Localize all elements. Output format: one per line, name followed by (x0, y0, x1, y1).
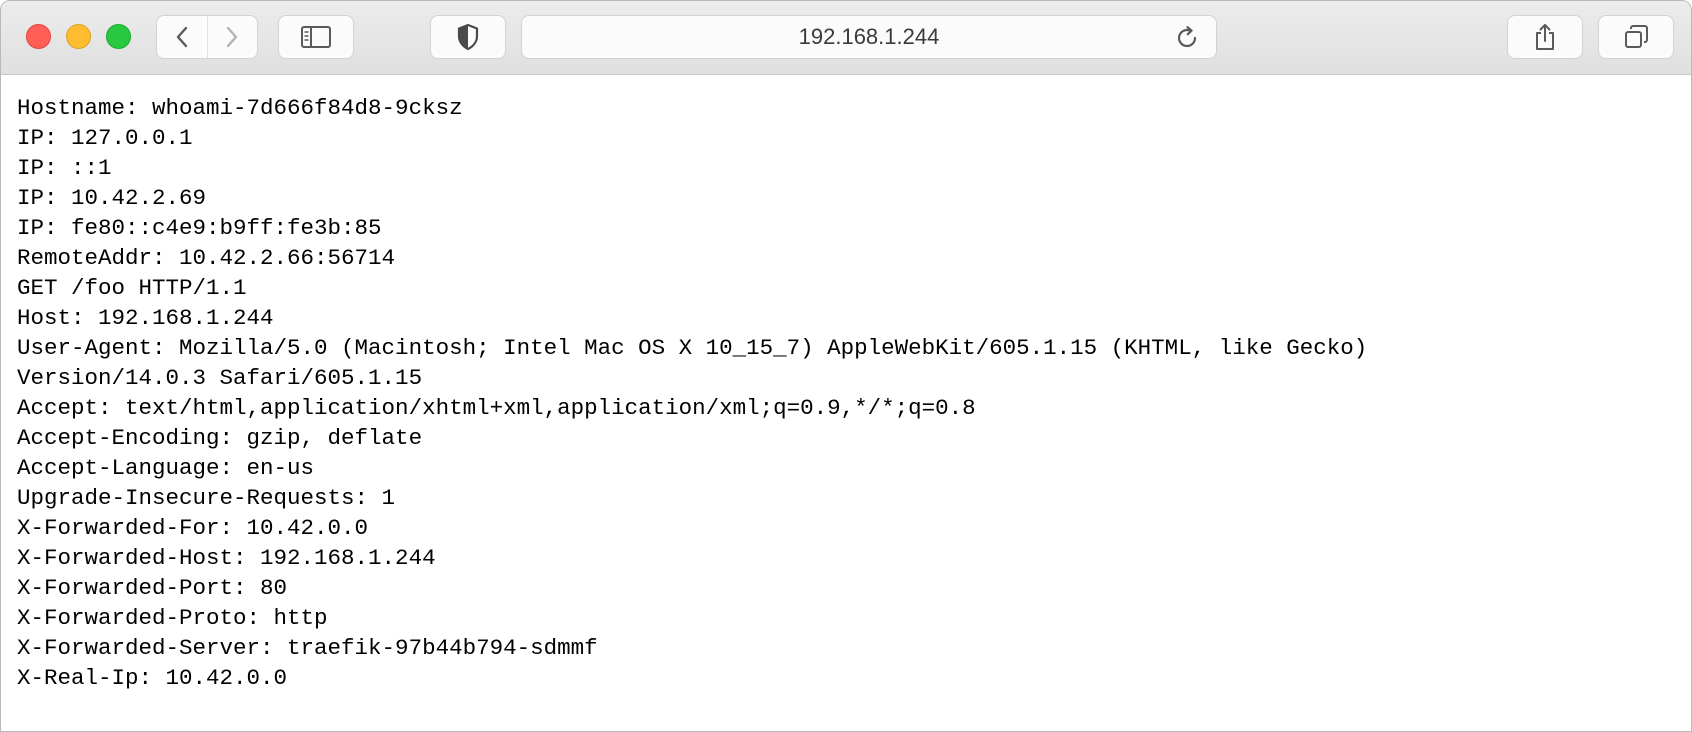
text-line: Host: 192.168.1.244 (17, 305, 274, 331)
text-line: X-Forwarded-Port: 80 (17, 575, 288, 601)
text-line: IP: 127.0.0.1 (17, 125, 193, 151)
forward-button[interactable] (206, 16, 258, 58)
reload-button[interactable] (1174, 25, 1200, 51)
text-line: IP: fe80::c4e9:b9ff:fe3b:85 (17, 215, 382, 241)
text-line: Version/14.0.3 Safari/605.1.15 (17, 365, 423, 391)
tabs-overview-icon (1622, 23, 1650, 51)
close-window-button[interactable] (26, 24, 51, 49)
text-line: Accept-Language: en-us (17, 455, 315, 481)
sidebar-button[interactable] (278, 15, 354, 59)
text-line: X-Forwarded-Host: 192.168.1.244 (17, 545, 436, 571)
sidebar-icon (300, 25, 332, 49)
text-line: X-Forwarded-For: 10.42.0.0 (17, 515, 369, 541)
tabs-overview-button[interactable] (1598, 15, 1674, 59)
text-line: Hostname: whoami-7d666f84d8-9cksz (17, 95, 463, 121)
text-line: Accept-Encoding: gzip, deflate (17, 425, 423, 451)
zoom-window-button[interactable] (106, 24, 131, 49)
text-line: IP: ::1 (17, 155, 112, 181)
chevron-right-icon (224, 25, 240, 49)
page-content: Hostname: whoami-7d666f84d8-9cksz IP: 127… (1, 75, 1691, 731)
browser-toolbar: 192.168.1.244 (1, 1, 1691, 75)
response-text: Hostname: whoami-7d666f84d8-9cksz IP: 127… (1, 75, 1691, 693)
url-text[interactable]: 192.168.1.244 (522, 16, 1216, 58)
text-line: X-Forwarded-Server: traefik-97b44b794-sd… (17, 635, 598, 661)
text-line: Upgrade-Insecure-Requests: 1 (17, 485, 396, 511)
navigation-buttons (156, 15, 258, 59)
shield-icon (456, 23, 480, 51)
chevron-left-icon (174, 25, 190, 49)
text-line: GET /foo HTTP/1.1 (17, 275, 247, 301)
text-line: RemoteAddr: 10.42.2.66:56714 (17, 245, 396, 271)
text-line: IP: 10.42.2.69 (17, 185, 207, 211)
text-line: X-Forwarded-Proto: http (17, 605, 328, 631)
reload-icon (1174, 25, 1200, 51)
address-bar[interactable]: 192.168.1.244 (521, 15, 1217, 59)
text-line: User-Agent: Mozilla/5.0 (Macintosh; Inte… (17, 335, 1368, 361)
back-button[interactable] (157, 16, 207, 58)
text-line: Accept: text/html,application/xhtml+xml,… (17, 395, 976, 421)
privacy-report-button[interactable] (430, 15, 506, 59)
share-button[interactable] (1507, 15, 1583, 59)
share-icon (1533, 22, 1557, 52)
browser-window: 192.168.1.244 Hostname: whoami-7d666f84d… (0, 0, 1692, 732)
minimize-window-button[interactable] (66, 24, 91, 49)
text-line: X-Real-Ip: 10.42.0.0 (17, 665, 288, 691)
